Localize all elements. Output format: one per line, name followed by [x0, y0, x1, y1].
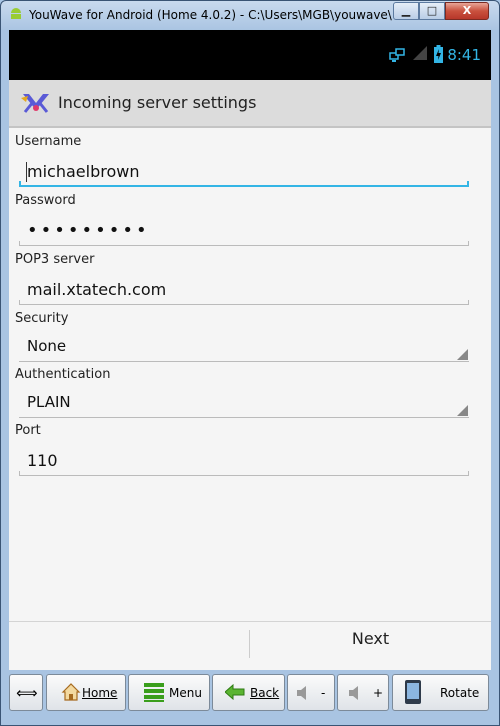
username-value[interactable]: michaelbrown — [27, 162, 139, 181]
rotate-label: Rotate — [440, 686, 480, 700]
bottom-button-bar: Next — [9, 621, 491, 670]
window-titlebar[interactable]: YouWave for Android (Home 4.0.2) - C:\Us… — [1, 1, 499, 29]
battery-charging-icon — [434, 45, 443, 63]
close-button[interactable]: X — [445, 2, 489, 20]
home-button[interactable]: Home — [46, 674, 126, 711]
back-label: Back — [250, 686, 280, 700]
maximize-button[interactable]: □ — [419, 2, 445, 20]
pop3-server-underline — [19, 300, 469, 305]
volume-up-button[interactable]: + — [337, 674, 389, 711]
menu-icon — [144, 683, 164, 702]
security-underline — [19, 361, 469, 362]
speaker-icon — [297, 686, 306, 700]
action-bar: Incoming server settings — [9, 80, 491, 128]
screen-title: Incoming server settings — [58, 93, 257, 112]
maximize-icon: □ — [426, 4, 438, 17]
pop3-server-value[interactable]: mail.xtatech.com — [27, 280, 166, 299]
volume-down-label: - — [321, 686, 326, 700]
port-underline — [19, 471, 469, 476]
authentication-value[interactable]: PLAIN — [27, 393, 71, 411]
arrows-icon: ⟺ — [16, 684, 38, 702]
minimize-icon: ▁ — [401, 4, 411, 17]
signal-icon — [413, 46, 427, 60]
password-underline — [19, 241, 469, 246]
menu-label: Menu — [169, 686, 202, 700]
volume-up-label: + — [373, 686, 384, 700]
pop3-server-label: POP3 server — [15, 252, 95, 267]
back-arrow-icon — [225, 684, 245, 700]
android-screen: 8:41 Incoming server settings Username m… — [9, 30, 491, 670]
dropdown-arrow-icon — [457, 349, 468, 360]
emulator-toolbar: ⟺ Home Menu Back - + Rotate — [9, 674, 493, 714]
status-bar: 8:41 — [9, 30, 491, 80]
window-title: YouWave for Android (Home 4.0.2) - C:\Us… — [29, 8, 392, 22]
rotate-button[interactable]: Rotate — [392, 674, 489, 711]
username-underline — [19, 181, 469, 187]
speaker-icon — [349, 686, 358, 700]
username-label: Username — [15, 134, 82, 149]
network-icon — [389, 48, 405, 62]
home-icon — [61, 683, 81, 701]
close-icon: X — [462, 4, 472, 17]
password-value[interactable]: ••••••••• — [27, 220, 150, 241]
port-value[interactable]: 110 — [27, 451, 58, 470]
toggle-sidebar-button[interactable]: ⟺ — [9, 674, 43, 711]
dropdown-arrow-icon — [457, 405, 468, 416]
status-clock: 8:41 — [447, 46, 481, 64]
menu-button[interactable]: Menu — [128, 674, 210, 711]
email-app-logo-icon[interactable] — [21, 90, 51, 116]
back-button[interactable]: Back — [212, 674, 285, 711]
security-label: Security — [15, 311, 69, 326]
authentication-underline — [19, 417, 469, 418]
emulator-window: YouWave for Android (Home 4.0.2) - C:\Us… — [0, 0, 500, 726]
android-app-icon — [11, 8, 21, 19]
port-label: Port — [15, 423, 41, 438]
password-label: Password — [15, 193, 76, 208]
security-value[interactable]: None — [27, 337, 66, 355]
rotate-device-icon — [405, 680, 421, 704]
home-label: Home — [82, 686, 118, 700]
authentication-label: Authentication — [15, 367, 111, 382]
volume-down-button[interactable]: - — [287, 674, 335, 711]
minimize-button[interactable]: ▁ — [393, 2, 419, 20]
next-button[interactable]: Next — [250, 622, 491, 670]
